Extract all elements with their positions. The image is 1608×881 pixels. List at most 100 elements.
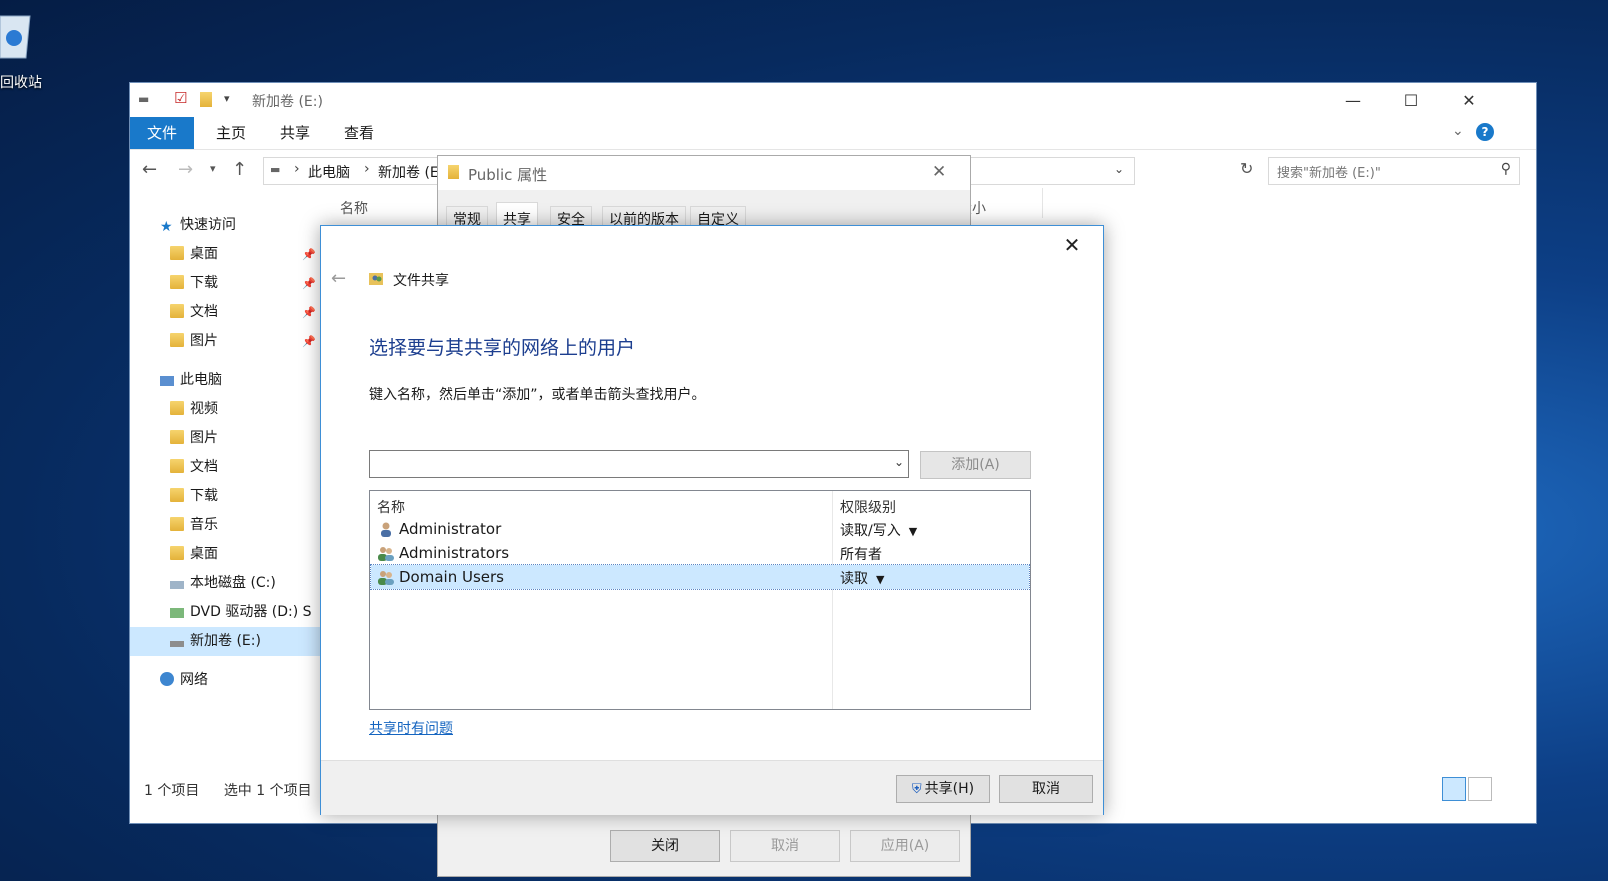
nav-label: 文档 — [190, 459, 218, 475]
chevron-right-icon: › — [364, 161, 370, 177]
customize-toolbar-icon[interactable]: ▾ — [224, 92, 230, 105]
column-header-permission[interactable]: 权限级别 — [840, 497, 896, 517]
column-header-name[interactable]: 名称 — [377, 497, 405, 517]
close-button[interactable]: 关闭 — [610, 830, 720, 862]
nav-label: 图片 — [190, 430, 218, 446]
download-folder-icon — [170, 488, 184, 502]
forward-icon[interactable]: → — [178, 159, 193, 180]
nav-label: 桌面 — [190, 246, 218, 262]
nav-pc-documents[interactable]: 文档 — [130, 453, 320, 482]
nav-pictures[interactable]: 图片 📌 — [130, 327, 320, 356]
cancel-button[interactable]: 取消 — [730, 830, 840, 862]
nav-drive-e[interactable]: 新加卷 (E:) — [130, 627, 320, 656]
tab-home[interactable]: 主页 — [200, 117, 262, 149]
properties-title-bar: Public 属性 ✕ — [438, 156, 970, 190]
nav-label: 此电脑 — [180, 372, 222, 388]
user-name-combobox[interactable]: ⌄ — [369, 450, 909, 478]
folder-icon — [170, 546, 184, 560]
maximize-icon[interactable]: ☐ — [1388, 83, 1434, 117]
drive-icon: ▬ — [138, 92, 150, 106]
drive-icon — [170, 641, 184, 647]
breadcrumb-drive[interactable]: 新加卷 (E: — [378, 162, 443, 182]
nav-drive-d[interactable]: DVD 驱动器 (D:) S — [130, 598, 320, 627]
dvd-drive-icon — [170, 608, 184, 618]
nav-label: 视频 — [190, 401, 218, 417]
up-icon[interactable]: ↑ — [232, 159, 247, 180]
nav-label: 下载 — [190, 275, 218, 291]
expand-ribbon-icon[interactable]: ⌄ — [1452, 123, 1464, 139]
folder-icon — [170, 246, 184, 260]
refresh-icon[interactable]: ↻ — [1240, 159, 1253, 178]
nav-label: 图片 — [190, 333, 218, 349]
pin-icon: 📌 — [302, 277, 316, 290]
nav-drive-c[interactable]: 本地磁盘 (C:) — [130, 569, 320, 598]
caret-down-icon[interactable]: ▼ — [876, 573, 884, 586]
nav-music[interactable]: 音乐 — [130, 511, 320, 540]
search-input[interactable]: 搜索"新加卷 (E:)" ⚲ — [1268, 157, 1520, 185]
apply-button[interactable]: 应用(A) — [850, 830, 960, 862]
back-arrow-icon[interactable]: ← — [331, 268, 346, 289]
nav-downloads[interactable]: 下载 📌 — [130, 269, 320, 298]
tab-share[interactable]: 共享 — [264, 117, 326, 149]
permission-dropdown[interactable]: 读取 ▼ — [840, 568, 884, 588]
permission-dropdown[interactable]: 读取/写入 ▼ — [840, 520, 917, 540]
nav-documents[interactable]: 文档 📌 — [130, 298, 320, 327]
user-permission-list: 名称 权限级别 Administrator 读取/写入 ▼ Administrat… — [369, 490, 1031, 710]
user-name: Administrator — [399, 520, 502, 538]
minimize-icon[interactable]: — — [1330, 83, 1376, 117]
nav-network[interactable]: 网络 — [130, 666, 320, 695]
list-item[interactable]: Administrator 读取/写入 ▼ — [371, 517, 1029, 541]
properties-title: Public 属性 — [468, 166, 548, 184]
close-icon[interactable]: ✕ — [932, 162, 946, 182]
search-placeholder: 搜索"新加卷 (E:)" — [1277, 166, 1381, 181]
back-icon[interactable]: ← — [142, 159, 157, 180]
recycle-bin-icon[interactable] — [0, 10, 40, 60]
caret-down-icon[interactable]: ▼ — [909, 525, 917, 538]
nav-desktop[interactable]: 桌面 📌 — [130, 240, 320, 269]
nav-label: 桌面 — [190, 546, 218, 562]
column-divider — [1042, 188, 1043, 218]
nav-quick-access[interactable]: ★ 快速访问 — [130, 211, 320, 240]
nav-videos[interactable]: 视频 — [130, 395, 320, 424]
list-item[interactable]: Domain Users 读取 ▼ — [370, 564, 1030, 590]
nav-this-pc[interactable]: 此电脑 — [130, 366, 320, 395]
computer-icon — [160, 376, 174, 386]
nav-pc-pictures[interactable]: 图片 — [130, 424, 320, 453]
column-header-name[interactable]: 名称 — [340, 198, 368, 218]
help-icon[interactable]: ? — [1476, 123, 1494, 141]
tab-view[interactable]: 查看 — [328, 117, 390, 149]
recycle-bin-label: 回收站 — [0, 75, 42, 91]
chevron-down-icon[interactable]: ⌄ — [1114, 162, 1124, 176]
documents-icon — [170, 459, 184, 473]
user-name: Domain Users — [399, 568, 504, 586]
close-icon[interactable]: ✕ — [1446, 83, 1492, 117]
properties-quick-icon[interactable]: ☑ — [174, 89, 187, 107]
user-group-icon — [378, 547, 394, 561]
nav-pc-desktop[interactable]: 桌面 — [130, 540, 320, 569]
nav-pc-downloads[interactable]: 下载 — [130, 482, 320, 511]
window-title: 新加卷 (E:) — [252, 94, 323, 110]
add-button[interactable]: 添加(A) — [920, 451, 1031, 479]
search-icon[interactable]: ⚲ — [1501, 161, 1511, 177]
nav-label: 本地磁盘 (C:) — [190, 575, 276, 591]
new-folder-quick-icon[interactable] — [200, 92, 212, 107]
tab-file[interactable]: 文件 — [130, 117, 194, 149]
chevron-down-icon[interactable]: ⌄ — [894, 455, 904, 469]
breadcrumb-this-pc[interactable]: 此电脑 — [308, 162, 350, 182]
list-item[interactable]: Administrators 所有者 — [371, 541, 1029, 565]
wizard-instruction: 键入名称，然后单击“添加”，或者单击箭头查找用户。 — [369, 387, 706, 403]
documents-icon — [170, 304, 184, 318]
shared-users-icon — [369, 273, 383, 285]
details-view-icon[interactable] — [1442, 777, 1466, 801]
close-icon[interactable]: ✕ — [1049, 230, 1095, 260]
nav-label: 网络 — [180, 672, 208, 688]
large-icons-view-icon[interactable] — [1468, 777, 1492, 801]
status-selected: 选中 1 个项目 — [223, 783, 312, 799]
sharing-help-link[interactable]: 共享时有问题 — [369, 718, 453, 738]
chevron-right-icon: › — [294, 161, 300, 177]
user-name: Administrators — [399, 544, 510, 562]
share-button[interactable]: ⛨ 共享(H) — [896, 775, 990, 803]
cancel-button[interactable]: 取消 — [999, 775, 1093, 803]
recent-locations-icon[interactable]: ▾ — [210, 162, 216, 175]
nav-label: 新加卷 (E:) — [190, 633, 261, 649]
